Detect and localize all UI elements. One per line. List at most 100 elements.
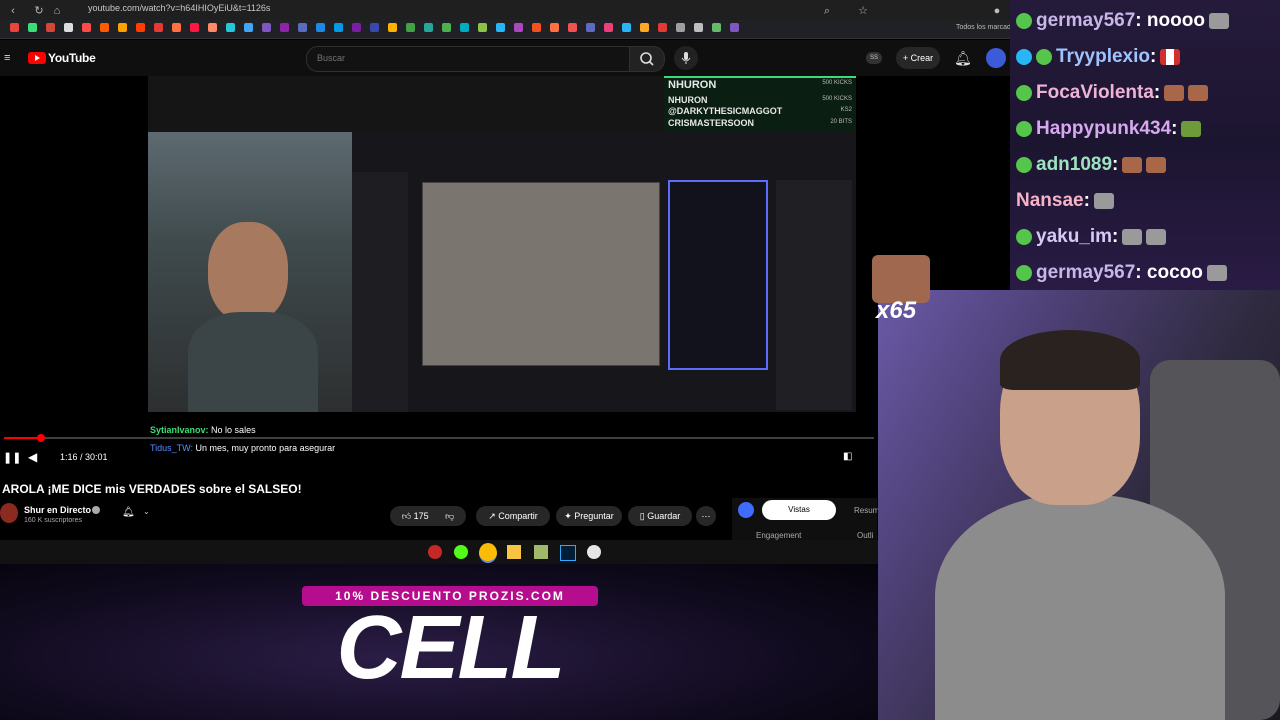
browser-address-bar[interactable] [0, 20, 1010, 39]
analytics-app-icon[interactable] [738, 502, 754, 518]
bookmark-icon[interactable] [406, 23, 415, 32]
zoom-icon[interactable]: ⌕ [820, 4, 834, 18]
bookmark-icon[interactable] [586, 23, 595, 32]
bookmark-icon[interactable] [676, 23, 685, 32]
bookmark-icon[interactable] [100, 23, 109, 32]
url-text[interactable]: youtube.com/watch?v=h64IHIOyEiU&t=1126s [88, 3, 270, 13]
progress-scrubber[interactable] [37, 434, 45, 442]
pause-icon[interactable]: ❚❚ [3, 451, 21, 464]
bookmark-icon[interactable] [442, 23, 451, 32]
bookmark-icon[interactable] [604, 23, 613, 32]
hamburger-menu-icon[interactable]: ≡ [4, 52, 10, 64]
time-display: 1:16 / 30:01 [60, 452, 108, 462]
share-button[interactable]: ↗ Compartir [476, 506, 550, 526]
all-bookmarks-label[interactable]: Todos los marcador [956, 24, 1017, 31]
voice-search-button[interactable] [674, 46, 698, 70]
bookmark-icon[interactable] [334, 23, 343, 32]
taskbar-app-icon[interactable] [534, 545, 548, 559]
chat-username: Happypunk434 [1036, 118, 1172, 139]
bookmark-icon[interactable] [514, 23, 523, 32]
subscribe-bell-icon[interactable]: 🔔︎ [122, 507, 135, 518]
search-box[interactable] [306, 46, 630, 72]
channel-name[interactable]: Shur en Directo [24, 505, 91, 515]
profile-icon[interactable]: ● [990, 4, 1004, 18]
bookmark-icon[interactable] [244, 23, 253, 32]
bookmark-icon[interactable] [550, 23, 559, 32]
subscriber-count: 160 K suscriptores [24, 517, 82, 524]
search-input[interactable] [307, 47, 627, 69]
ask-button[interactable]: ✦ Preguntar [556, 506, 622, 526]
bookmark-icon[interactable] [370, 23, 379, 32]
youtube-logo-text[interactable]: YouTube [48, 51, 96, 65]
bookmark-icon[interactable] [640, 23, 649, 32]
dislike-icon[interactable]: 👎︎ [445, 511, 454, 521]
bookmark-icon[interactable] [172, 23, 181, 32]
bookmark-icon[interactable] [478, 23, 487, 32]
tab-resumen[interactable]: Resum [854, 506, 879, 515]
bookmark-icon[interactable] [532, 23, 541, 32]
chat-message: Nansae: [1016, 184, 1114, 218]
channel-avatar[interactable] [0, 503, 18, 523]
chat-text: No lo sales [211, 425, 256, 435]
taskbar-app-icon[interactable] [587, 545, 601, 559]
face-emote-icon [1146, 156, 1167, 173]
bookmark-icon[interactable] [46, 23, 55, 32]
bookmark-icon[interactable] [154, 23, 163, 32]
bookmark-icon[interactable] [226, 23, 235, 32]
like-count: 175 [413, 511, 429, 521]
bookmark-icon[interactable] [658, 23, 667, 32]
user-avatar[interactable] [986, 48, 1006, 68]
reload-icon[interactable]: ↻ [32, 4, 46, 18]
notifications-bell-icon[interactable]: 🔔︎ [954, 50, 972, 67]
progress-bar[interactable] [4, 437, 874, 439]
chevron-down-icon[interactable]: ⌄ [143, 507, 150, 516]
volume-icon[interactable]: ◀︎ [28, 450, 37, 464]
face-emote-icon [1188, 84, 1209, 101]
bookmark-icon[interactable] [190, 23, 199, 32]
bookmark-icon[interactable] [496, 23, 505, 32]
bookmark-icon[interactable] [316, 23, 325, 32]
search-button[interactable] [629, 46, 665, 72]
bookmark-icon[interactable] [280, 23, 289, 32]
bookmark-star-icon[interactable]: ☆ [856, 4, 870, 18]
bookmark-icon[interactable] [10, 23, 19, 32]
save-button[interactable]: ▯ Guardar [628, 506, 692, 526]
bookmark-icon[interactable] [64, 23, 73, 32]
verified-icon [92, 506, 100, 514]
bookmark-icon[interactable] [82, 23, 91, 32]
miniplayer-icon[interactable]: ◧ [843, 451, 852, 462]
chrome-taskbar-icon[interactable] [479, 543, 497, 563]
folder-taskbar-icon[interactable] [507, 545, 521, 559]
more-actions-button[interactable]: ⋯ [696, 506, 716, 526]
play-triangle-icon [35, 55, 40, 61]
bookmark-icon[interactable] [298, 23, 307, 32]
alert-amount: 500 KICKS [822, 96, 852, 102]
bookmark-icon[interactable] [622, 23, 631, 32]
bookmark-icon[interactable] [208, 23, 217, 32]
bookmark-icon[interactable] [28, 23, 37, 32]
progress-fill [4, 437, 41, 439]
chat-username: adn1089 [1036, 154, 1113, 175]
like-button[interactable]: 👍︎ 175 [402, 511, 429, 521]
bookmark-icon[interactable] [352, 23, 361, 32]
taskbar-app-icon[interactable] [428, 545, 442, 559]
account-initials-badge[interactable]: SS [866, 52, 882, 64]
back-icon[interactable]: ‹ [6, 4, 20, 18]
video-title: AROLA ¡ME DICE mis VERDADES sobre el SAL… [2, 482, 302, 496]
bookmark-icon[interactable] [424, 23, 433, 32]
share-label: Compartir [498, 511, 538, 521]
tab-vistas[interactable]: Vistas [762, 500, 836, 520]
create-button[interactable]: + Crear [896, 47, 940, 69]
taskbar-app-icon[interactable] [454, 545, 468, 559]
bookmark-icon[interactable] [136, 23, 145, 32]
bookmark-icon[interactable] [118, 23, 127, 32]
bookmark-icon[interactable] [460, 23, 469, 32]
bookmark-icon[interactable] [568, 23, 577, 32]
home-icon[interactable]: ⌂ [50, 4, 64, 18]
bookmark-icon[interactable] [388, 23, 397, 32]
photoshop-taskbar-icon[interactable] [560, 545, 576, 561]
bookmark-icon[interactable] [694, 23, 703, 32]
bookmark-icon[interactable] [730, 23, 739, 32]
bookmark-icon[interactable] [262, 23, 271, 32]
bookmark-icon[interactable] [712, 23, 721, 32]
